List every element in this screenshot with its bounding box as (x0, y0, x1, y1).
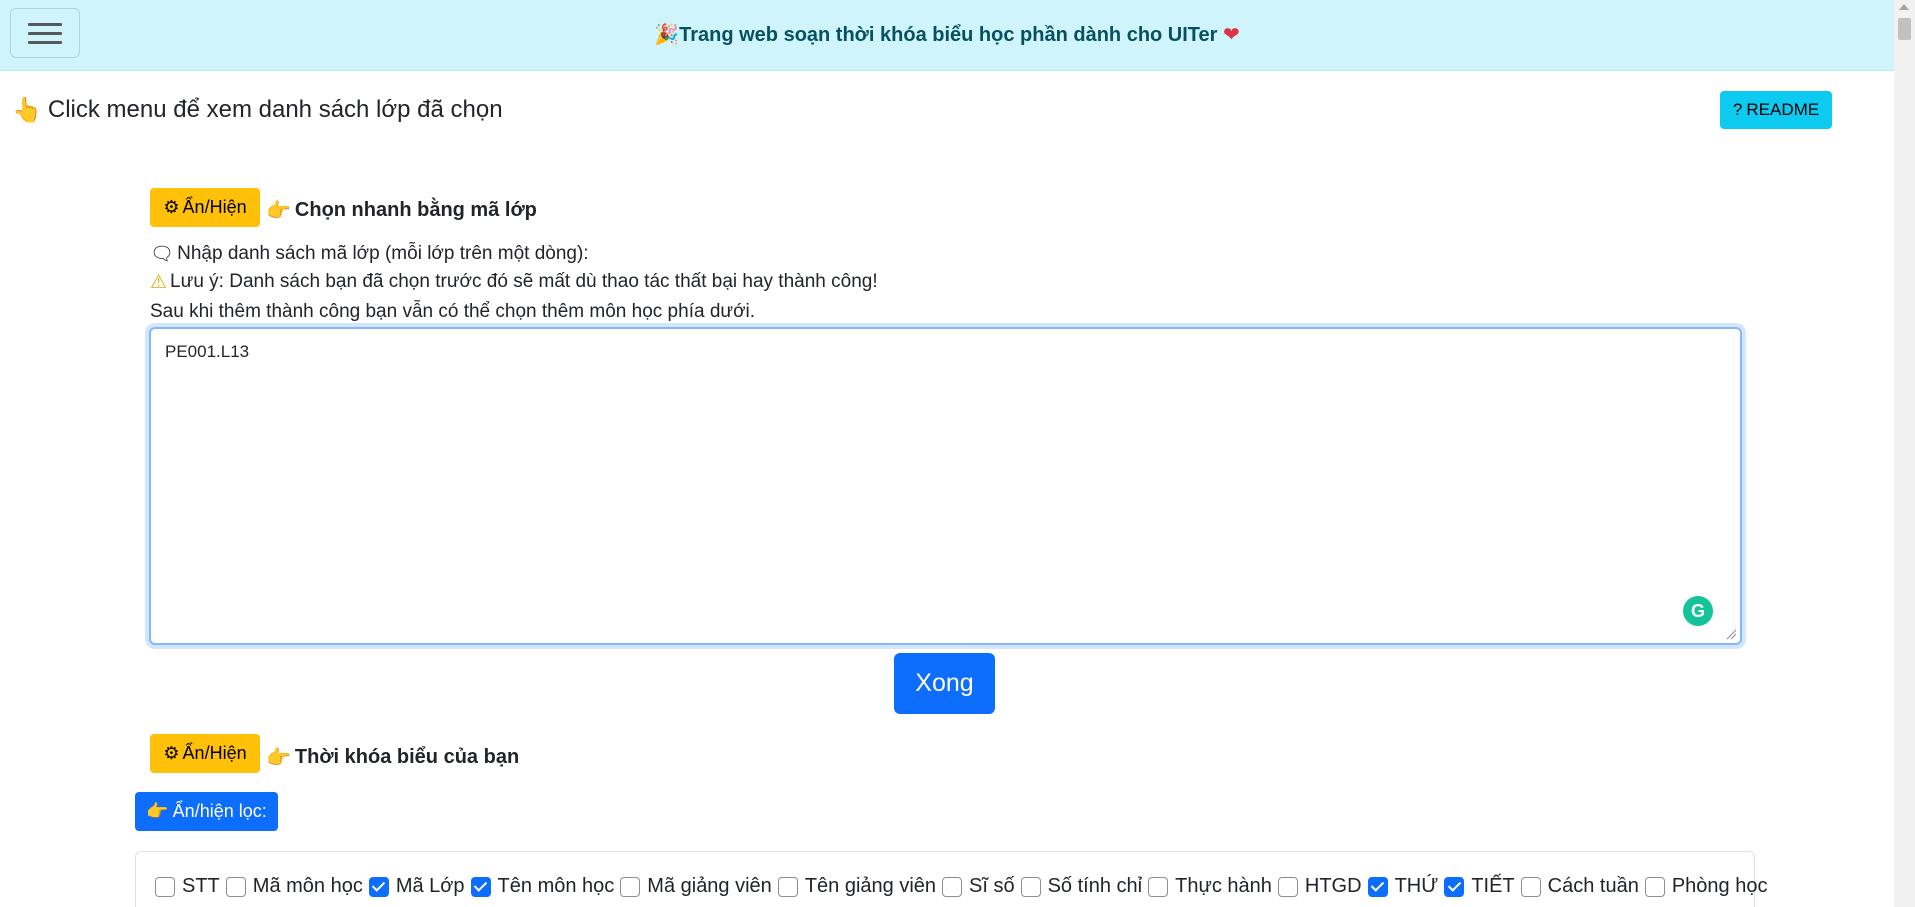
filter-checkbox[interactable] (1277, 876, 1298, 897)
filter-checkbox[interactable] (1020, 876, 1041, 897)
filter-label: Mã môn học (252, 875, 363, 897)
filter-checkbox[interactable] (470, 876, 491, 897)
filter-checkbox[interactable] (1444, 876, 1465, 897)
question-icon: ? (1732, 100, 1743, 119)
filter-option[interactable]: Mã Lớp (368, 875, 465, 898)
pointing-right-icon: 👉 (146, 801, 169, 822)
resize-grip-icon[interactable] (1725, 628, 1737, 640)
filter-checkbox[interactable] (942, 876, 963, 897)
filter-option[interactable]: Mã giảng viên (620, 875, 772, 898)
filter-checkbox[interactable] (1148, 876, 1169, 897)
filter-option[interactable]: Cách tuần (1520, 875, 1639, 898)
filter-option[interactable]: Mã môn học (225, 875, 363, 898)
filter-checkbox[interactable] (1520, 876, 1541, 897)
gear-icon: ⚙ (163, 197, 180, 218)
pointing-right-icon: 👉 (266, 198, 291, 222)
filter-checkbox[interactable] (1367, 876, 1388, 897)
brand-text: Trang web soạn thời khóa biểu học phần d… (679, 24, 1218, 46)
filter-option[interactable]: Tên giảng viên (777, 875, 937, 898)
menu-hint-text: Click menu để xem danh sách lớp đã chọn (47, 96, 503, 123)
filter-label: Tên giảng viên (804, 875, 937, 897)
filter-label: STT (182, 875, 220, 897)
warning-icon: ⚠ (150, 271, 168, 293)
filter-label: Tên môn học (497, 875, 615, 897)
filter-label: Cách tuần (1547, 875, 1639, 897)
input-prompt-text: Nhập danh sách mã lớp (mỗi lớp trên một … (177, 242, 589, 264)
after-add-note-text: Sau khi thêm thành công bạn vẫn có thể c… (150, 301, 756, 322)
input-prompt: 🗨 Nhập danh sách mã lớp (mỗi lớp trên mộ… (150, 242, 589, 266)
filter-label: Sĩ số (969, 875, 1015, 897)
filter-label: HTGD (1304, 875, 1362, 897)
heart-icon: ❤ (1223, 22, 1240, 46)
scroll-thumb[interactable] (1898, 18, 1911, 40)
readme-button[interactable]: ? README (1720, 91, 1832, 129)
filter-label: TIẾT (1471, 875, 1515, 897)
grammarly-icon[interactable]: G (1683, 596, 1713, 626)
filter-option[interactable]: Phòng học (1644, 875, 1768, 898)
filter-label: Số tính chỉ (1047, 875, 1143, 897)
filter-option[interactable]: THỨ (1367, 875, 1439, 898)
filter-checkbox[interactable] (155, 876, 175, 897)
pointing-right-icon: 👉 (266, 745, 291, 769)
filter-checkbox[interactable] (1644, 876, 1665, 897)
schedule-title: 👉 Thời khóa biểu của bạn (266, 745, 519, 769)
quick-select-title-text: Chọn nhanh bằng mã lớp (294, 198, 537, 221)
filter-option[interactable]: HTGD (1277, 875, 1362, 898)
class-codes-textarea[interactable]: PE001.L13 (149, 327, 1742, 645)
filter-label: Mã Lớp (395, 875, 465, 897)
filter-label: Mã giảng viên (647, 875, 772, 897)
warning-note: ⚠ Lưu ý: Danh sách bạn đã chọn trước đó … (150, 271, 878, 293)
quick-select-title: 👉 Chọn nhanh bằng mã lớp (266, 198, 537, 222)
top-navbar: 🎉Trang web soạn thời khóa biểu học phần … (0, 0, 1894, 71)
filter-label: Phòng học (1671, 875, 1768, 897)
page-scrollbar[interactable] (1894, 0, 1915, 907)
filter-option[interactable]: Sĩ số (942, 875, 1015, 898)
done-button[interactable]: Xong (894, 653, 995, 714)
filter-checkbox[interactable] (777, 876, 798, 897)
filter-toggle-button[interactable]: 👉 Ẩn/hiện lọc: (135, 792, 278, 831)
menu-hint: 👆 Click menu để xem danh sách lớp đã chọ… (12, 96, 503, 124)
filter-checkbox[interactable] (368, 876, 389, 897)
filter-option[interactable]: STT (155, 875, 220, 898)
readme-label: README (1746, 100, 1820, 119)
filter-label: THỨ (1394, 875, 1439, 897)
after-add-note: Sau khi thêm thành công bạn vẫn có thể c… (150, 301, 755, 323)
schedule-title-text: Thời khóa biểu của bạn (294, 745, 520, 768)
quick-select-toggle-button[interactable]: ⚙ Ẩn/Hiện (150, 188, 260, 227)
schedule-toggle-button[interactable]: ⚙ Ẩn/Hiện (150, 734, 260, 773)
warning-text: Lưu ý: Danh sách bạn đã chọn trước đó sẽ… (170, 271, 878, 292)
filter-toggle-label: Ẩn/hiện lọc: (172, 801, 267, 821)
filter-option[interactable]: Số tính chỉ (1020, 875, 1143, 898)
filter-checkbox[interactable] (620, 876, 641, 897)
speech-bubble-icon: 🗨 (150, 243, 175, 265)
filter-option[interactable]: TIẾT (1444, 875, 1515, 898)
toggle-label: Ẩn/Hiện (182, 743, 247, 763)
filter-option[interactable]: Thực hành (1148, 875, 1272, 898)
site-brand: 🎉Trang web soạn thời khóa biểu học phần … (0, 22, 1894, 47)
column-filter-options: STT Mã môn học Mã Lớp Tên môn học Mã giảng v… (155, 875, 1773, 898)
filter-checkbox[interactable] (225, 876, 246, 897)
pointing-up-icon: 👆 (12, 96, 42, 124)
scroll-up-arrow-icon[interactable] (1899, 4, 1909, 10)
toggle-label: Ẩn/Hiện (182, 197, 247, 217)
filter-option[interactable]: Tên môn học (470, 875, 615, 898)
party-icon: 🎉 (654, 22, 680, 46)
gear-icon: ⚙ (163, 743, 180, 764)
filter-label: Thực hành (1175, 875, 1272, 897)
